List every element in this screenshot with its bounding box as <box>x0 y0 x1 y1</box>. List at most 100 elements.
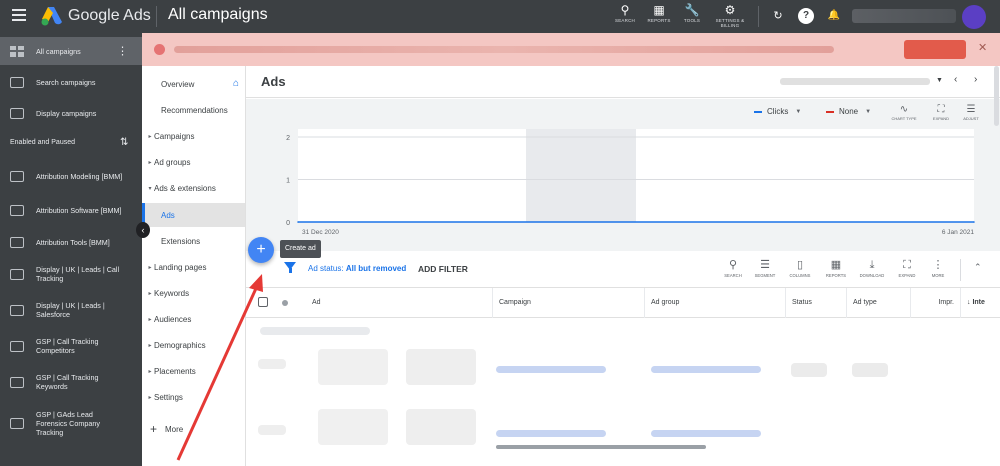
column-header-status[interactable]: Status <box>785 288 847 318</box>
collapse-sidebar-chevron-icon[interactable]: ‹ <box>136 222 150 238</box>
close-icon[interactable]: ✕ <box>978 41 987 54</box>
tool-label: REPORTS <box>825 273 847 278</box>
more-button[interactable]: ⋮ MORE <box>921 258 955 278</box>
tools-tool-label: TOOLS <box>683 18 701 23</box>
settings-billing-button[interactable]: ⚙ SETTINGS & BILLING <box>711 3 749 28</box>
sidebar-item-label: Display campaigns <box>36 108 97 118</box>
tools-tool-button[interactable]: 🔧 TOOLS <box>675 3 709 23</box>
sidebar-item-label: Display | UK | Leads | Salesforce <box>36 301 105 319</box>
columns-button[interactable]: ▯ COLUMNS <box>783 258 817 278</box>
ad-preview[interactable] <box>318 349 388 385</box>
sort-icon[interactable]: ⇅ <box>120 137 128 148</box>
create-ad-button[interactable]: + <box>248 237 274 263</box>
chevron-left-icon[interactable]: ‹ <box>954 74 957 85</box>
column-header-campaign[interactable]: Campaign <box>492 288 646 318</box>
download-button[interactable]: ⤓ DOWNLOAD <box>855 258 889 278</box>
sidebar-item-display-campaigns[interactable]: Display campaigns <box>0 100 142 126</box>
page-menu-ad-groups[interactable]: ▸ Ad groups <box>142 150 245 174</box>
reports-tool-button[interactable]: ▦ REPORTS <box>642 3 676 23</box>
chart-plot: 0 1 2 31 Dec 2020 6 Jan 2021 <box>286 129 975 236</box>
alert-icon <box>154 44 165 55</box>
column-header-ad-group[interactable]: Ad group <box>644 288 786 318</box>
segment-button[interactable]: ☰ SEGMENT <box>748 258 782 278</box>
sidebar-item-search-campaigns[interactable]: Search campaigns <box>0 69 142 95</box>
help-icon[interactable]: ? <box>798 8 814 24</box>
filter-value: All but removed <box>345 264 407 273</box>
add-filter-button[interactable]: ADD FILTER <box>418 264 468 274</box>
date-range-selector[interactable] <box>780 78 930 85</box>
sidebar-campaign-item[interactable]: Display | UK | Leads | Salesforce <box>0 295 142 325</box>
sidebar-campaign-item[interactable]: Display | UK | Leads | Call Tracking <box>0 259 142 289</box>
page-menu-extensions[interactable]: Extensions <box>142 229 245 253</box>
page-menu-demographics[interactable]: ▸ Demographics <box>142 333 245 357</box>
page-menu-label: Ad groups <box>154 157 191 167</box>
search-tool-button[interactable]: ⚲ SEARCH <box>608 3 642 23</box>
more-vert-icon: ⋮ <box>932 259 944 271</box>
page-menu-overview[interactable]: Overview ⌂ <box>142 72 245 96</box>
refresh-icon[interactable]: ↻ <box>770 8 786 24</box>
tool-label: EXPAND <box>898 273 916 278</box>
page-menu-landing-pages[interactable]: ▸ Landing pages <box>142 255 245 279</box>
column-header-ad[interactable]: Ad <box>306 288 321 318</box>
column-header-label: Inte <box>972 299 985 306</box>
campaign-link[interactable] <box>496 366 606 373</box>
x-tick-label: 6 Jan 2021 <box>942 229 975 236</box>
table-search-button[interactable]: ⚲ SEARCH <box>716 258 750 278</box>
date-dropdown-icon[interactable]: ▼ <box>936 77 943 84</box>
table-header: Ad Campaign Ad group Status Ad type Impr… <box>246 288 1000 318</box>
column-header-interactions[interactable]: ↓ Inte <box>960 288 1000 318</box>
page-title: All campaigns <box>168 6 268 23</box>
sidebar-item-all-campaigns[interactable]: All campaigns ⋮ <box>0 37 142 65</box>
sidebar-campaign-item[interactable]: Attribution Modeling [BMM] <box>0 161 142 191</box>
collapse-up-icon[interactable]: ⌃ <box>974 262 982 273</box>
page-menu-recommendations[interactable]: Recommendations <box>142 98 245 122</box>
reports-button[interactable]: ▦ REPORTS <box>819 258 853 278</box>
page-menu-label: Demographics <box>154 340 206 350</box>
notifications-bell-icon[interactable]: 🔔 <box>826 8 842 24</box>
campaign-link[interactable] <box>496 430 606 437</box>
table-row-controls[interactable] <box>258 425 286 435</box>
notification-text <box>174 46 834 53</box>
sidebar-campaign-item[interactable]: Attribution Software [BMM] <box>0 195 142 225</box>
ad-preview[interactable] <box>318 409 388 445</box>
page-menu-campaigns[interactable]: ▸ Campaigns <box>142 124 245 148</box>
tool-label: SEARCH <box>724 273 742 278</box>
ad-group-link[interactable] <box>651 430 761 437</box>
caret-right-icon: ▸ <box>148 342 152 349</box>
page-menu-more[interactable]: + More <box>142 417 245 441</box>
page-menu-ads-extensions[interactable]: ▾ Ads & extensions <box>142 176 245 200</box>
sidebar-campaign-item[interactable]: GSP | GAds Lead Forensics Company Tracki… <box>0 403 142 443</box>
vertical-scrollbar[interactable] <box>994 66 999 126</box>
tool-label: MORE <box>931 273 945 278</box>
sidebar-campaign-item[interactable]: Attribution Tools [BMM] <box>0 231 142 253</box>
page-menu-label: Campaigns <box>154 131 195 141</box>
column-header-impressions[interactable]: Impr. <box>910 288 960 318</box>
campaign-status-filter[interactable]: Enabled and Paused <box>10 139 75 146</box>
sidebar-campaign-item[interactable]: GSP | Call Tracking Keywords <box>0 367 142 397</box>
page-menu-ads[interactable]: Ads <box>142 203 245 227</box>
ad-status-filter-chip[interactable]: Ad status: All but removed <box>308 264 406 273</box>
ad-group-link[interactable] <box>651 366 761 373</box>
y-tick-label: 2 <box>286 135 290 142</box>
more-vert-icon[interactable]: ⋮ <box>117 45 128 58</box>
table-row-controls[interactable] <box>258 359 286 369</box>
page-menu-keywords[interactable]: ▸ Keywords <box>142 281 245 305</box>
sidebar-item-label: All campaigns <box>36 46 81 56</box>
ad-preview[interactable] <box>406 409 476 445</box>
avatar[interactable] <box>962 5 986 29</box>
sidebar-item-label: Attribution Tools [BMM] <box>36 237 110 247</box>
chevron-right-icon[interactable]: › <box>974 74 977 85</box>
page-menu-settings[interactable]: ▸ Settings <box>142 385 245 409</box>
sidebar-campaign-item[interactable]: GSP | Call Tracking Competitors <box>0 331 142 361</box>
page-menu-audiences[interactable]: ▸ Audiences <box>142 307 245 331</box>
horizontal-scrollbar[interactable] <box>496 445 706 449</box>
expand-table-button[interactable]: ⛶ EXPAND <box>890 258 924 278</box>
notification-action-button[interactable] <box>904 40 966 59</box>
toolbar-divider <box>960 259 961 281</box>
page-menu-placements[interactable]: ▸ Placements <box>142 359 245 383</box>
select-all-checkbox[interactable] <box>258 297 268 307</box>
column-header-ad-type[interactable]: Ad type <box>846 288 910 318</box>
account-info[interactable] <box>852 9 956 23</box>
hamburger-menu-icon[interactable] <box>12 9 26 21</box>
ad-preview[interactable] <box>406 349 476 385</box>
